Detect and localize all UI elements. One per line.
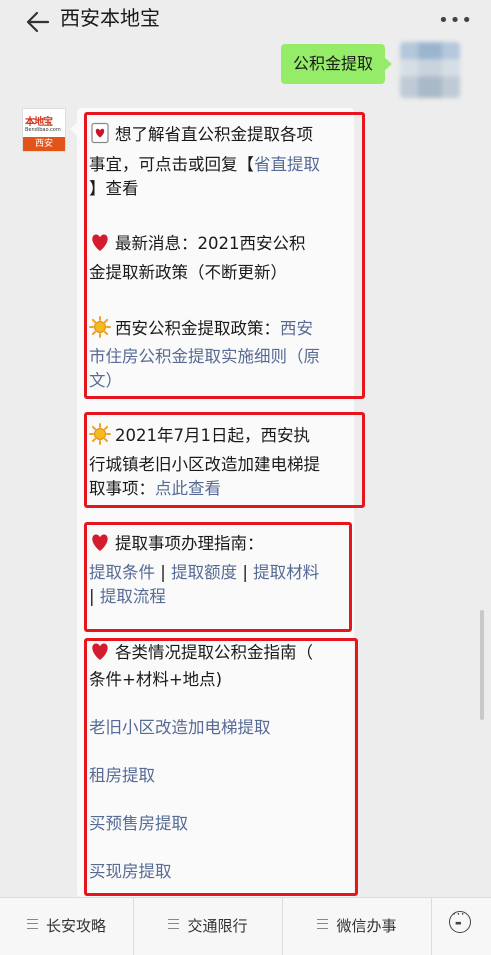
presale-house-withdrawal-link[interactable]: 买预售房提取 xyxy=(89,812,349,836)
user-avatar[interactable] xyxy=(400,42,460,98)
heart-icon xyxy=(92,643,108,660)
withdrawal-amount-link[interactable]: 提取额度 xyxy=(171,563,237,582)
section-news-line1: 最新消息：2021西安公积 xyxy=(89,231,349,256)
section-cases-line2: 条件+材料+地点) xyxy=(89,670,223,689)
policy-link-part2[interactable]: 市住房公积金提取实施细则（原 xyxy=(89,345,349,369)
withdrawal-process-link[interactable]: 提取流程 xyxy=(100,587,166,606)
section-elevator-line1: 2021年7月1日起，西安执 xyxy=(89,423,349,448)
menu-tab-wechat-services[interactable]: 微信办事 xyxy=(283,898,431,955)
section-provincial-line2: 事宜，可点击或回复【省直提取 xyxy=(89,155,320,174)
old-community-elevator-link[interactable]: 老旧小区改造加电梯提取 xyxy=(89,716,349,740)
section-elevator-line2: 行城镇老旧小区改造加建电梯提 xyxy=(89,455,320,474)
heart-icon xyxy=(92,234,108,251)
bot-avatar-city: 西安 xyxy=(23,137,65,151)
scrollbar[interactable] xyxy=(480,610,484,720)
section-guide-links-row1: 提取条件 | 提取额度 | 提取材料 xyxy=(89,561,349,585)
ready-house-withdrawal-link[interactable]: 买现房提取 xyxy=(89,860,349,884)
menu-tab-changan-guide[interactable]: 长安攻略 xyxy=(0,898,133,955)
section-provincial-line3: 】查看 xyxy=(89,179,139,198)
user-message-bubble[interactable]: 公积金提取 xyxy=(281,44,393,84)
section-guide-links-row2: | 提取流程 xyxy=(89,585,349,609)
section-cases-line1: 各类情况提取公积金指南（ xyxy=(89,640,349,665)
more-options-icon[interactable]: ••• xyxy=(438,12,473,30)
sun-icon xyxy=(89,316,111,338)
chat-title: 西安本地宝 xyxy=(60,6,160,30)
view-here-link[interactable]: 点此查看 xyxy=(155,479,221,498)
sun-icon xyxy=(89,423,111,445)
menu-lines-icon xyxy=(168,919,180,929)
link-separator: | xyxy=(242,563,248,582)
header-bar: 西安本地宝 ••• xyxy=(0,0,491,44)
withdrawal-conditions-link[interactable]: 提取条件 xyxy=(89,563,155,582)
bot-avatar-logo-text: 本地宝 xyxy=(25,117,53,128)
back-arrow-icon[interactable] xyxy=(20,6,54,38)
rental-withdrawal-link[interactable]: 租房提取 xyxy=(89,764,349,788)
bottom-menu-bar: 长安攻略 交通限行 微信办事 xyxy=(0,897,491,955)
keyboard-toggle-icon[interactable] xyxy=(449,907,471,933)
menu-lines-icon xyxy=(317,919,329,929)
bot-avatar[interactable]: 本地宝 Bendibao.com 西安 xyxy=(22,108,66,152)
withdrawal-materials-link[interactable]: 提取材料 xyxy=(253,563,319,582)
provincial-withdrawal-link[interactable]: 省直提取 xyxy=(254,155,320,174)
section-provincial-line1: 想了解省直公积金提取各项 xyxy=(89,122,349,147)
memo-heart-icon xyxy=(91,122,109,144)
menu-tab-traffic-restriction[interactable]: 交通限行 xyxy=(134,898,282,955)
section-policy-line1: 西安公积金提取政策：西安 xyxy=(89,316,349,341)
link-separator: | xyxy=(160,563,166,582)
section-news-line2: 金提取新政策（不断更新） xyxy=(89,263,287,282)
heart-icon xyxy=(92,534,108,551)
section-elevator-line3: 取事项：点此查看 xyxy=(89,479,221,498)
menu-lines-icon xyxy=(26,919,38,929)
link-separator: | xyxy=(89,587,95,606)
section-guide-title: 提取事项办理指南： xyxy=(89,531,349,556)
policy-link-part3[interactable]: 文） xyxy=(89,369,349,393)
bot-avatar-url: Bendibao.com xyxy=(25,127,61,133)
policy-link-part1[interactable]: 西安 xyxy=(280,319,313,338)
